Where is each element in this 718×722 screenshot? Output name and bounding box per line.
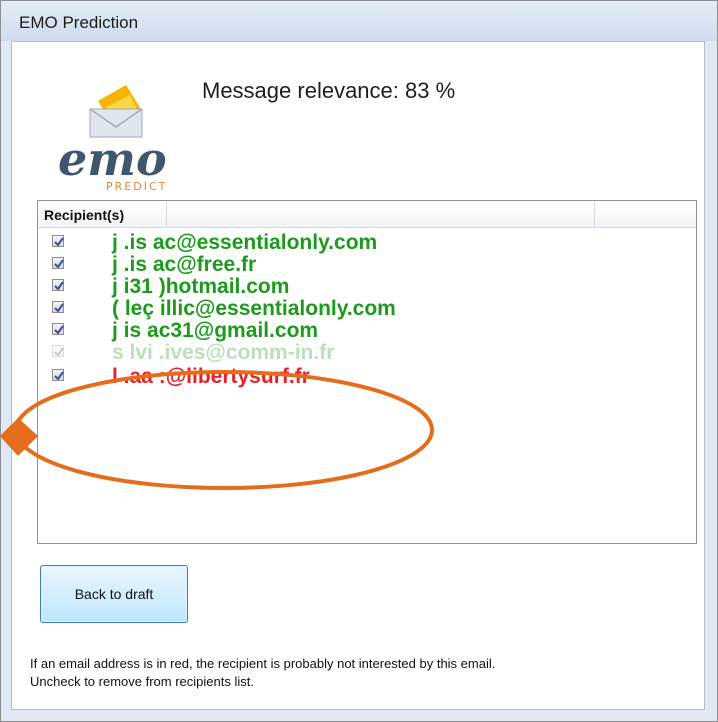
title-bar[interactable]: EMO Prediction [1, 1, 717, 41]
recipient-checkbox[interactable] [52, 301, 64, 313]
recipient-email: j .is ac@free.fr [112, 253, 257, 276]
recipient-email-flagged: l .aa :@libertysurf.fr [112, 365, 310, 388]
recipient-row[interactable]: j i31 )hotmail.com [38, 275, 696, 298]
recipient-email: ( leç illic@essentialonly.com [112, 297, 396, 320]
checkmark-icon [54, 325, 64, 335]
emo-logo: emo PREDICT [58, 85, 167, 192]
checkmark-icon [54, 281, 64, 291]
recipient-email: s lvi .ives@comm-in.fr [112, 341, 335, 364]
recipient-checkbox[interactable] [52, 323, 64, 335]
checkmark-icon [54, 237, 64, 247]
recipient-row[interactable]: j .is ac@free.fr [38, 253, 696, 276]
recipient-row-flagged[interactable]: l .aa :@libertysurf.fr [38, 365, 696, 388]
predict-tagline: PREDICT [106, 180, 167, 192]
recipient-checkbox[interactable] [52, 235, 64, 247]
recipient-checkbox[interactable] [52, 257, 64, 269]
recipient-row[interactable]: s lvi .ives@comm-in.fr [38, 341, 696, 364]
recipient-checkbox[interactable] [52, 279, 64, 291]
envelope-icon [89, 85, 143, 138]
recipient-email: j is ac31@gmail.com [112, 319, 319, 342]
emo-wordmark: emo [58, 132, 167, 186]
checkmark-icon [54, 303, 64, 313]
window-title: EMO Prediction [19, 13, 139, 32]
help-text: If an email address is in red, the recip… [30, 655, 700, 691]
recipient-row[interactable]: j .is ac@essentialonly.com [38, 231, 696, 254]
dialog-body: emo PREDICT Message relevance: 83 % Reci… [11, 41, 705, 710]
recipient-row[interactable]: j is ac31@gmail.com [38, 319, 696, 342]
recipients-list[interactable]: Recipient(s) j .is ac@essentialonly.com … [37, 200, 697, 544]
recipient-checkbox[interactable] [52, 345, 64, 357]
checkmark-icon [54, 259, 64, 269]
help-text-line: Uncheck to remove from recipients list. [30, 674, 254, 689]
list-header: Recipient(s) [38, 201, 696, 228]
emo-prediction-window: EMO Prediction emo PREDICT Message relev… [0, 0, 718, 722]
help-text-line: If an email address is in red, the recip… [30, 656, 496, 671]
column-divider[interactable] [166, 201, 167, 227]
checkmark-icon [54, 347, 64, 357]
column-divider[interactable] [594, 201, 595, 227]
recipients-column-header[interactable]: Recipient(s) [44, 207, 124, 223]
checkmark-icon [54, 371, 64, 381]
recipient-email: j .is ac@essentialonly.com [112, 231, 378, 254]
recipient-checkbox[interactable] [52, 369, 64, 381]
back-to-draft-button[interactable]: Back to draft [40, 565, 188, 623]
message-relevance: Message relevance: 83 % [202, 78, 456, 103]
recipient-row[interactable]: ( leç illic@essentialonly.com [38, 297, 696, 320]
recipient-email: j i31 )hotmail.com [112, 275, 290, 298]
